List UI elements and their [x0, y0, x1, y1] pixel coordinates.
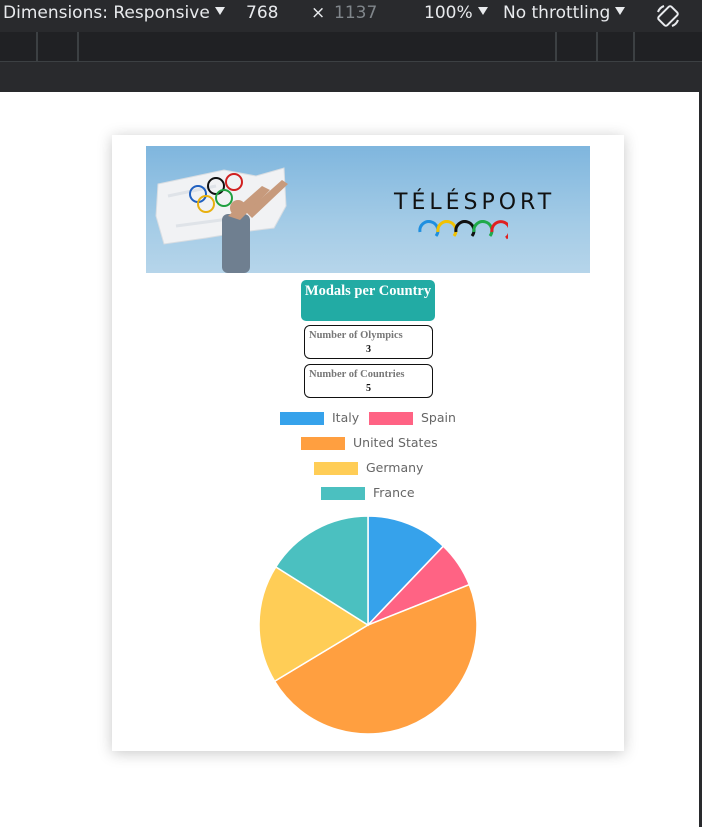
- zoom-label: 100%: [424, 3, 473, 23]
- stat-label: Number of Countries: [309, 369, 405, 380]
- legend-label: France: [373, 485, 415, 500]
- stat-number-of-olympics: Number of Olympics 3: [304, 325, 433, 359]
- throttling-label: No throttling: [503, 3, 611, 23]
- chevron-down-icon: [477, 7, 488, 15]
- page-card: TÉLÉSPORT Modals per Country Number of O…: [112, 135, 624, 751]
- stat-number-of-countries: Number of Countries 5: [304, 364, 433, 398]
- stat-value: 3: [366, 344, 371, 355]
- width-input[interactable]: 768: [246, 3, 304, 31]
- height-input[interactable]: 1137: [334, 3, 377, 23]
- legend-swatch: [321, 487, 365, 500]
- chevron-down-icon: [615, 7, 626, 15]
- legend-label: Italy: [332, 410, 360, 425]
- zoom-dropdown[interactable]: 100%: [424, 3, 488, 23]
- legend-label: Germany: [366, 460, 424, 475]
- legend-swatch: [369, 412, 413, 425]
- chevron-down-icon: [214, 7, 225, 15]
- dimensions-label: Dimensions: Responsive: [3, 3, 210, 23]
- times-icon: ×: [311, 3, 326, 23]
- stat-value: 5: [366, 383, 371, 394]
- olympic-rings-icon: [418, 220, 508, 240]
- devtools-gap: [0, 62, 702, 92]
- page-title: Modals per Country: [301, 280, 435, 321]
- legend-label: Spain: [421, 410, 456, 425]
- legend-swatch: [301, 437, 345, 450]
- stat-label: Number of Olympics: [309, 330, 403, 341]
- legend-swatch: [314, 462, 358, 475]
- banner-image: TÉLÉSPORT: [146, 146, 590, 273]
- devtools-toolbar: Dimensions: Responsive 768 × 1137 100% N…: [0, 0, 702, 32]
- media-query-bar[interactable]: [0, 32, 702, 62]
- dimensions-dropdown[interactable]: Dimensions: Responsive: [3, 3, 225, 23]
- medals-pie-chart[interactable]: [256, 513, 480, 737]
- rotate-icon[interactable]: [654, 2, 682, 30]
- brand-logo-text: TÉLÉSPORT: [394, 190, 556, 215]
- throttling-dropdown[interactable]: No throttling: [503, 3, 626, 23]
- legend-swatch: [280, 412, 324, 425]
- legend-label: United States: [353, 435, 438, 450]
